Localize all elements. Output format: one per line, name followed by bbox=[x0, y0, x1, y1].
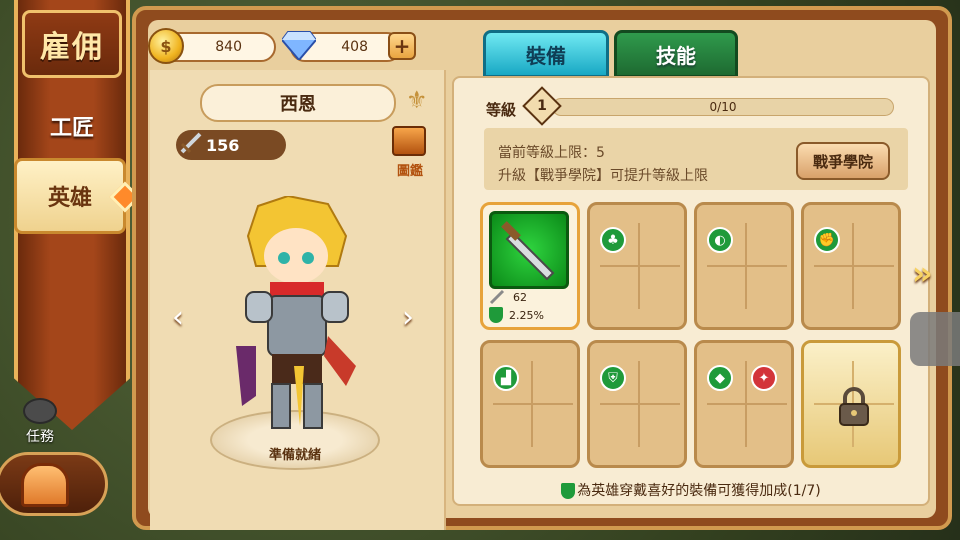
door-icon bbox=[21, 463, 69, 507]
next-page-double-chevron-icon[interactable]: » bbox=[912, 254, 933, 292]
equipment-slot-locked[interactable] bbox=[801, 340, 901, 468]
prev-hero-chevron-icon[interactable]: ‹ bbox=[172, 300, 184, 335]
sword-icon bbox=[180, 132, 202, 154]
codex-label[interactable]: 圖鑑 bbox=[388, 160, 432, 179]
shield-bonus-icon bbox=[489, 307, 503, 323]
tab-equipment[interactable]: 裝備 bbox=[483, 30, 609, 78]
upgrade-hint-text: 升級【戰爭學院】可提升等級上限 bbox=[498, 168, 708, 184]
hero-status: 準備就緒 bbox=[268, 448, 321, 463]
level-progress-text: 0/10 bbox=[709, 100, 737, 114]
shield-icon: ⛨ bbox=[600, 365, 626, 391]
equipment-slot-accessory[interactable]: ◆ ✦ bbox=[694, 340, 794, 468]
lock-icon bbox=[839, 387, 869, 426]
war-academy-button[interactable]: 戰爭學院 bbox=[796, 142, 890, 180]
equipment-slot-gloves[interactable]: ✊ bbox=[801, 202, 901, 330]
hero-character-image bbox=[236, 196, 356, 429]
equipment-slot-boots[interactable]: ▟ bbox=[480, 340, 580, 468]
level-label: 等級 bbox=[486, 101, 517, 119]
gold-value: 840 bbox=[215, 39, 242, 55]
shield-bonus-icon bbox=[561, 483, 576, 499]
gem-value: 408 bbox=[341, 39, 368, 55]
mission-button[interactable]: 任務 bbox=[16, 398, 64, 446]
add-gems-button[interactable]: + bbox=[388, 32, 416, 60]
helmet-icon: ◐ bbox=[707, 227, 733, 253]
codex-book-icon[interactable] bbox=[392, 126, 426, 156]
equipment-slot-weapon[interactable]: 62 2.25% bbox=[480, 202, 580, 330]
level-cap-text: 當前等級上限：5 bbox=[498, 145, 605, 161]
footer-note: 為英雄穿戴喜好的裝備可獲得加成(1/7) bbox=[452, 480, 930, 500]
hero-name-plate: 西恩 bbox=[200, 84, 396, 122]
side-pull-tab[interactable] bbox=[910, 312, 960, 366]
boots-icon: ▟ bbox=[493, 365, 519, 391]
tab-skills[interactable]: 技能 bbox=[614, 30, 738, 78]
level-value: 1 bbox=[537, 98, 547, 114]
mission-label: 任務 bbox=[26, 429, 54, 445]
mission-icon bbox=[23, 398, 57, 424]
gold-coin-icon: $ bbox=[148, 28, 184, 64]
diamond-gem-icon bbox=[282, 31, 316, 60]
exit-button[interactable] bbox=[0, 452, 108, 516]
item-attack-value: 62 bbox=[513, 291, 527, 304]
armor-icon: ♣ bbox=[600, 227, 626, 253]
footer-text: 為英雄穿戴喜好的裝備可獲得加成(1/7) bbox=[577, 483, 821, 499]
nav-title: 雇佣 bbox=[22, 10, 122, 78]
nav-item-artisan[interactable]: 工匠 bbox=[14, 92, 130, 160]
equipment-slot-armor[interactable]: ♣ bbox=[587, 202, 687, 330]
item-bonus-value: 2.25% bbox=[509, 309, 544, 322]
next-hero-chevron-icon[interactable]: › bbox=[402, 300, 414, 335]
equipment-slot-helmet[interactable]: ◐ bbox=[694, 202, 794, 330]
gloves-icon: ✊ bbox=[814, 227, 840, 253]
attack-sword-icon bbox=[489, 289, 505, 305]
equipment-slot-shield[interactable]: ⛨ bbox=[587, 340, 687, 468]
green-sword-icon bbox=[501, 221, 555, 281]
accessory-icon: ◆ bbox=[707, 365, 733, 391]
shuriken-icon: ✦ bbox=[751, 365, 777, 391]
ornament-icon: ⚜ bbox=[406, 86, 428, 114]
